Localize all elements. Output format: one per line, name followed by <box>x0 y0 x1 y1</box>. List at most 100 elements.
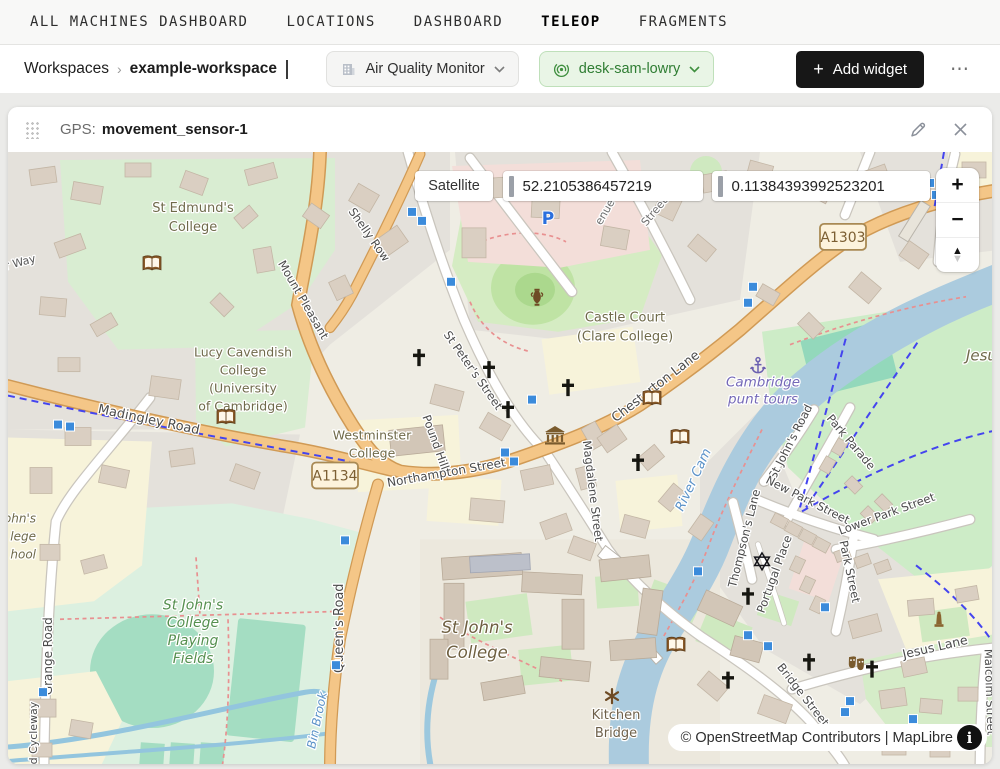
gps-marker[interactable] <box>341 536 350 545</box>
attribution-text: © OpenStreetMap Contributors | MapLibre <box>668 724 987 751</box>
latitude-input[interactable] <box>523 178 703 195</box>
gps-marker[interactable] <box>54 420 63 429</box>
map-label: ohn'slegehool <box>8 511 37 561</box>
map-attribution: © OpenStreetMap Contributors | MapLibre … <box>668 724 982 751</box>
gps-marker[interactable] <box>764 642 773 651</box>
map-label: Jesus Green <box>963 347 992 365</box>
map-building <box>149 376 181 400</box>
map-label: d Cycleway <box>27 701 40 764</box>
gps-marker[interactable] <box>841 708 850 717</box>
map-building <box>253 246 275 273</box>
overflow-menu-button[interactable]: ⋯ <box>944 54 976 85</box>
gps-marker[interactable] <box>821 603 830 612</box>
nav-tab-dashboard[interactable]: DASHBOARD <box>414 14 503 30</box>
gps-marker[interactable] <box>749 282 758 291</box>
map-building <box>562 599 584 649</box>
widget-title-name: movement_sensor-1 <box>102 121 248 138</box>
drag-handle-icon[interactable] <box>24 120 39 139</box>
book-icon <box>671 430 689 444</box>
widget-title: GPS: movement_sensor-1 <box>60 121 248 138</box>
top-nav: ALL MACHINES DASHBOARD LOCATIONS DASHBOARD… <box>0 0 1000 45</box>
latitude-field <box>503 171 703 201</box>
live-target-icon <box>553 61 570 78</box>
map-building <box>125 163 151 177</box>
map-zoom-controls: + − ▲ ▼ <box>936 168 979 272</box>
nav-tab-locations[interactable]: LOCATIONS <box>286 14 375 30</box>
add-widget-button[interactable]: + Add widget <box>796 51 924 88</box>
device-selector-label: desk-sam-lowry <box>579 61 681 77</box>
nav-tab-teleop[interactable]: TELEOP <box>541 14 601 30</box>
gps-marker[interactable] <box>510 457 519 466</box>
gps-marker[interactable] <box>447 277 456 286</box>
gps-marker[interactable] <box>66 422 75 431</box>
map-building <box>522 572 583 595</box>
gps-marker[interactable] <box>528 395 537 404</box>
longitude-input[interactable] <box>732 178 930 195</box>
map-building <box>30 467 52 493</box>
satellite-style-button[interactable]: Satellite <box>415 171 493 201</box>
map-canvas[interactable]: St Edmund'sCollegeLucy CavendishCollege(… <box>8 152 992 764</box>
breadcrumb-separator-icon: › <box>117 61 122 77</box>
gps-marker[interactable] <box>408 207 417 216</box>
book-icon <box>217 410 235 424</box>
map-building <box>600 226 629 250</box>
map-building <box>29 166 57 185</box>
text-caret <box>286 60 288 79</box>
book-icon <box>667 637 685 651</box>
page-body: GPS: movement_sensor-1 <box>0 93 1000 769</box>
map-building <box>462 228 486 258</box>
drag-bar-icon[interactable] <box>718 176 723 197</box>
toolbar: Workspaces › example-workspace Air Quali… <box>0 45 1000 93</box>
gps-marker[interactable] <box>39 688 48 697</box>
gps-marker[interactable] <box>418 216 427 225</box>
map-building <box>58 358 80 372</box>
edit-pencil-icon[interactable] <box>907 120 926 139</box>
gps-widget-card: GPS: movement_sensor-1 <box>8 107 992 764</box>
gps-marker[interactable] <box>846 697 855 706</box>
map-label: Cambridgepunt tours <box>726 375 800 408</box>
breadcrumb: Workspaces › example-workspace <box>24 60 288 79</box>
gps-marker[interactable] <box>744 298 753 307</box>
map-building <box>69 719 93 739</box>
book-icon <box>643 391 661 405</box>
book-icon <box>143 256 161 270</box>
chevron-down-icon <box>494 66 505 73</box>
map-building <box>470 554 531 573</box>
map-building <box>40 544 60 560</box>
breadcrumb-root[interactable]: Workspaces <box>24 60 109 78</box>
gps-marker[interactable] <box>332 661 341 670</box>
zoom-in-button[interactable]: + <box>936 168 979 202</box>
compass-button[interactable]: ▲ ▼ <box>936 237 979 272</box>
gps-marker[interactable] <box>909 715 918 724</box>
compass-down-icon: ▼ <box>952 255 963 263</box>
breadcrumb-current: example-workspace <box>130 60 277 78</box>
map-building <box>169 448 195 467</box>
gps-marker[interactable] <box>744 631 753 640</box>
widget-header: GPS: movement_sensor-1 <box>8 107 992 152</box>
plus-icon: + <box>813 60 824 78</box>
building-icon <box>340 61 357 78</box>
nav-tab-fragments[interactable]: FRAGMENTS <box>639 14 728 30</box>
map-label: Grange Road <box>41 617 55 695</box>
parking-icon: P <box>542 209 554 229</box>
map-widget: St Edmund'sCollegeLucy CavendishCollege(… <box>8 152 992 764</box>
road-shield-label: A1134 <box>312 468 357 484</box>
road-shield-label: A1303 <box>820 230 865 246</box>
widget-title-prefix: GPS: <box>60 121 96 138</box>
chevron-down-icon <box>689 66 700 73</box>
close-icon[interactable] <box>953 122 968 137</box>
gps-marker[interactable] <box>694 567 703 576</box>
gps-marker[interactable] <box>501 448 510 457</box>
info-icon[interactable]: i <box>957 725 982 750</box>
longitude-field <box>712 171 930 201</box>
map-building <box>919 698 942 714</box>
map-label: Queen's Road <box>332 583 347 673</box>
nav-tab-all-machines-dashboard[interactable]: ALL MACHINES DASHBOARD <box>30 14 248 30</box>
device-selector[interactable]: desk-sam-lowry <box>539 51 715 87</box>
zoom-out-button[interactable]: − <box>936 202 979 237</box>
map-building <box>958 687 978 701</box>
map-building <box>907 598 934 616</box>
drag-bar-icon[interactable] <box>509 176 514 197</box>
machine-selector[interactable]: Air Quality Monitor <box>326 51 519 87</box>
map-building <box>469 498 505 523</box>
